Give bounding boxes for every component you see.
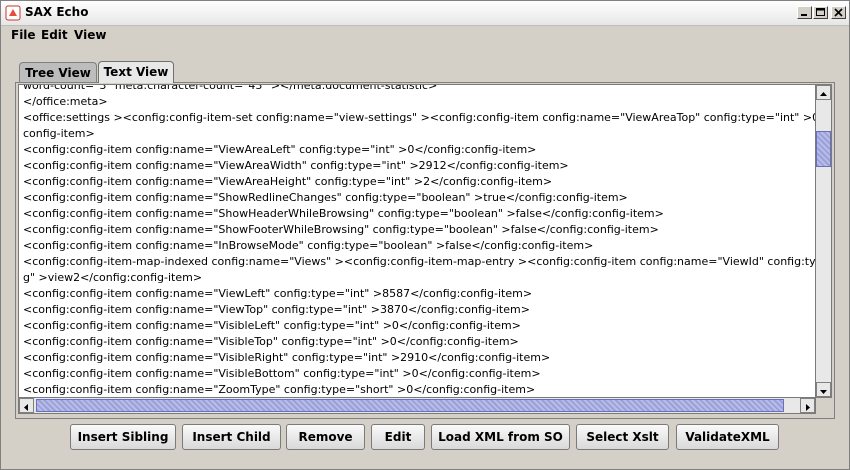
select-xslt-button[interactable]: Select Xslt xyxy=(576,424,669,450)
text-line: <config:config-item config:name="InBrows… xyxy=(23,239,594,252)
menu-file[interactable]: File xyxy=(11,28,36,42)
text-line: <config:config-item config:name="ViewAre… xyxy=(23,159,569,172)
text-line: word-count="3" meta:character-count="43"… xyxy=(23,84,438,92)
xml-text-area[interactable]: word-count="3" meta:character-count="43"… xyxy=(18,84,816,398)
app-window: SAX Echo File Edit View Tree View Text V… xyxy=(0,0,850,470)
maximize-button[interactable] xyxy=(813,6,828,19)
text-line: <config:config-item config:name="ShowFoo… xyxy=(23,223,659,236)
menu-view[interactable]: View xyxy=(74,28,106,42)
text-line: <config:config-item config:name="Visible… xyxy=(23,335,519,348)
text-line: <config:config-item config:name="ViewLef… xyxy=(23,287,533,300)
tab-tree-view[interactable]: Tree View xyxy=(19,62,97,82)
text-line: </office:meta> xyxy=(23,95,108,108)
text-line: <config:config-item config:name="Visible… xyxy=(23,351,551,364)
close-button[interactable] xyxy=(831,6,846,19)
window-title: SAX Echo xyxy=(25,5,89,19)
text-line: <config:config-item config:name="ShowHea… xyxy=(23,207,664,220)
scroll-left-arrow-icon[interactable] xyxy=(19,398,34,413)
tab-text-view[interactable]: Text View xyxy=(98,61,174,83)
text-line: <config:config-item config:name="ShowRed… xyxy=(23,191,628,204)
insert-child-button[interactable]: Insert Child xyxy=(182,424,281,450)
insert-sibling-button[interactable]: Insert Sibling xyxy=(70,424,176,450)
text-line: config-item> xyxy=(23,127,95,140)
edit-button[interactable]: Edit xyxy=(371,424,425,450)
app-icon xyxy=(5,5,21,21)
text-line: <config:config-item config:name="Visible… xyxy=(23,367,541,380)
text-line: <config:config-item config:name="ZoomTyp… xyxy=(23,383,536,396)
text-line: <config:config-item config:name="Visible… xyxy=(23,319,521,332)
remove-button[interactable]: Remove xyxy=(286,424,365,450)
title-bar[interactable]: SAX Echo xyxy=(1,1,849,26)
vertical-scroll-thumb[interactable] xyxy=(816,131,831,167)
text-line: <config:config-item config:name="ViewAre… xyxy=(23,143,537,156)
vertical-scrollbar[interactable] xyxy=(816,84,832,398)
validate-xml-button[interactable]: ValidateXML xyxy=(676,424,779,450)
horizontal-scrollbar[interactable] xyxy=(18,398,816,414)
text-line: g" >view2</config:config-item> xyxy=(23,271,203,284)
scroll-up-arrow-icon[interactable] xyxy=(816,85,831,100)
load-xml-button[interactable]: Load XML from SO xyxy=(431,424,570,450)
menu-bar: File Edit View xyxy=(1,26,849,46)
scroll-right-arrow-icon[interactable] xyxy=(800,398,815,413)
text-line: <config:config-item-map-indexed config:n… xyxy=(23,255,816,268)
horizontal-scroll-thumb[interactable] xyxy=(36,399,784,412)
text-line: <office:settings ><config:config-item-se… xyxy=(23,111,816,124)
text-line: <config:config-item config:name="ViewAre… xyxy=(23,175,553,188)
text-line: <config:config-item config:name="ViewTop… xyxy=(23,303,530,316)
scroll-down-arrow-icon[interactable] xyxy=(816,382,831,397)
minimize-button[interactable] xyxy=(797,6,812,19)
menu-edit[interactable]: Edit xyxy=(41,28,68,42)
